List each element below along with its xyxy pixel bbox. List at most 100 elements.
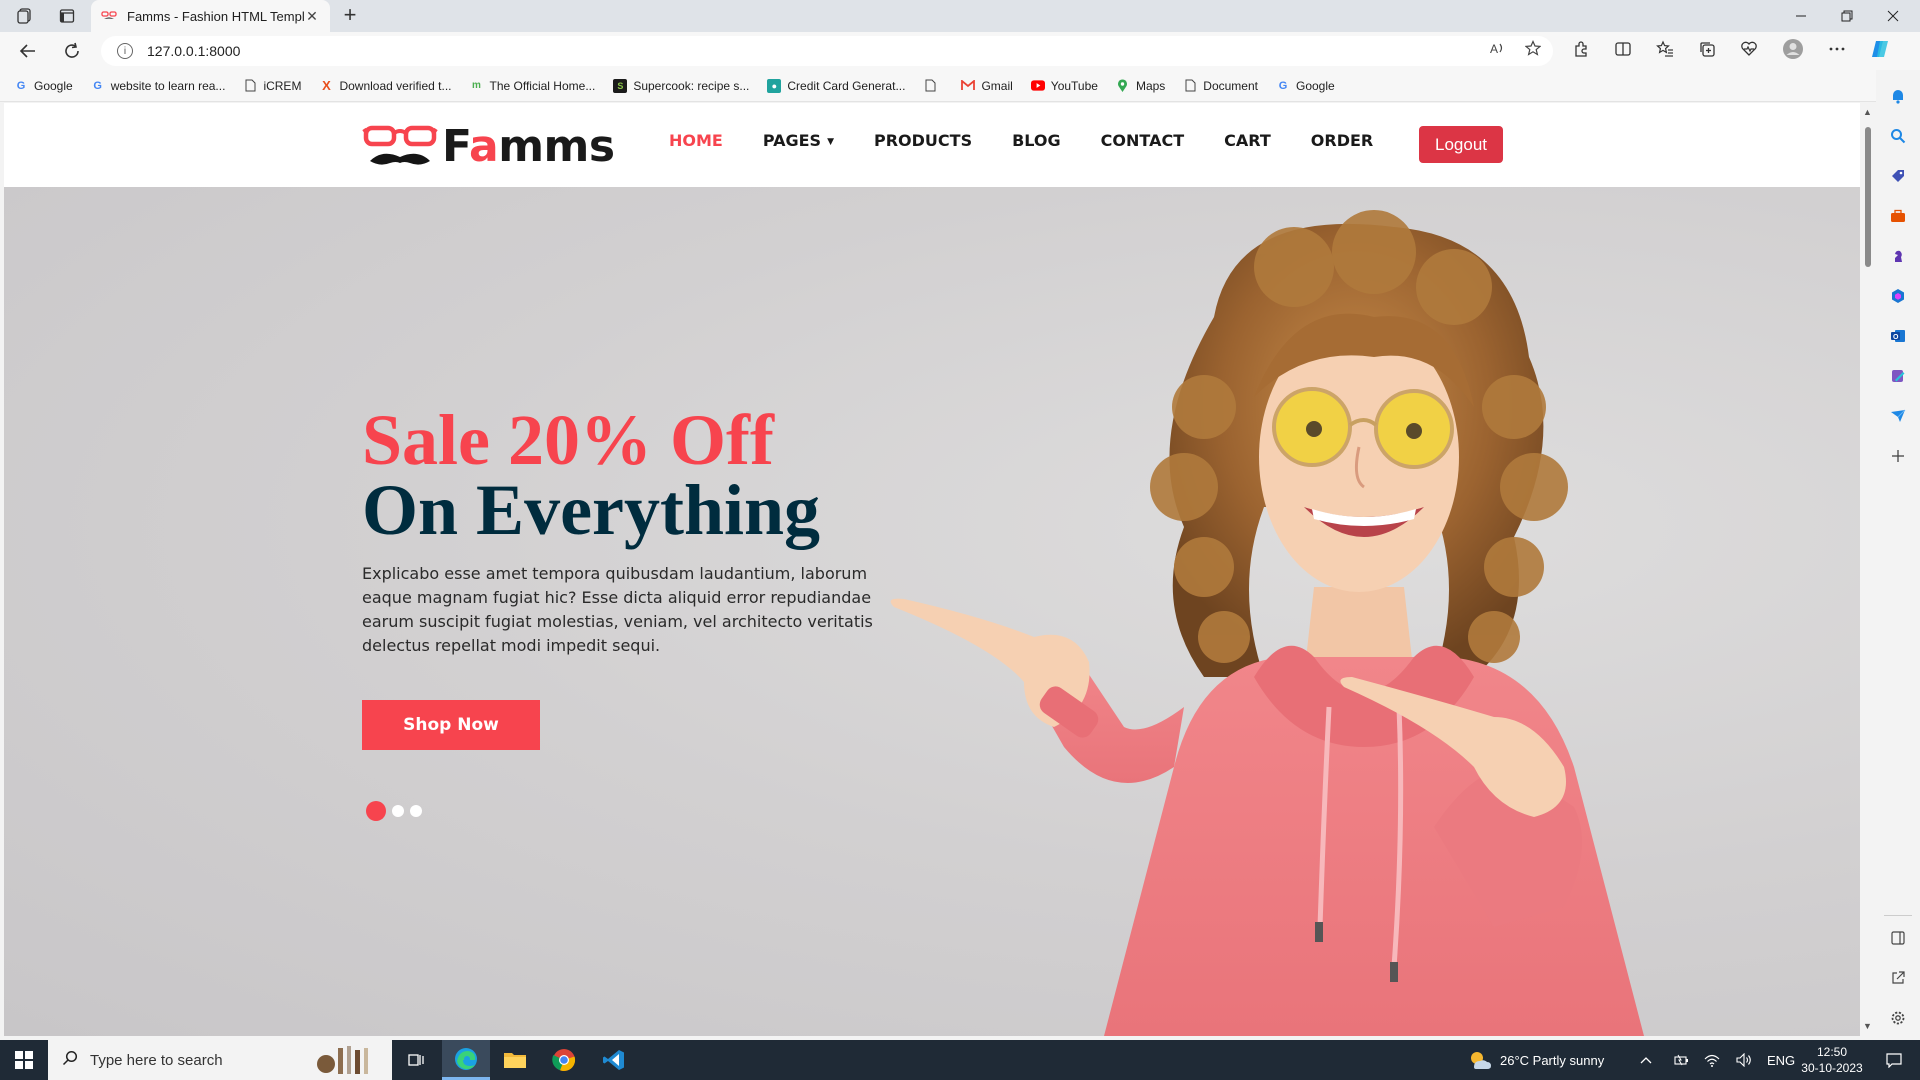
designer-icon[interactable] bbox=[1886, 364, 1910, 388]
close-window-icon[interactable] bbox=[1887, 0, 1899, 32]
notifications-icon[interactable] bbox=[1886, 1040, 1902, 1080]
show-hidden-icons-chevron-icon[interactable] bbox=[1640, 1040, 1652, 1080]
slider-indicators bbox=[366, 801, 422, 821]
sidebar-settings-gear-icon[interactable] bbox=[1886, 1006, 1910, 1030]
scroll-thumb[interactable] bbox=[1865, 127, 1871, 267]
vscode-icon[interactable] bbox=[590, 1040, 638, 1080]
volume-icon[interactable] bbox=[1736, 1040, 1752, 1080]
windows-start-icon[interactable] bbox=[0, 1040, 48, 1080]
address-bar[interactable]: i 127.0.0.1:8000 A bbox=[101, 36, 1553, 66]
page-icon bbox=[243, 79, 257, 93]
nav-home[interactable]: HOME bbox=[669, 131, 723, 150]
extensions-icon[interactable] bbox=[1572, 40, 1590, 63]
weather-text: 26°C Partly sunny bbox=[1500, 1052, 1605, 1068]
hero-headline-everything: On Everything bbox=[362, 470, 821, 550]
nav-blog[interactable]: BLOG bbox=[1012, 131, 1061, 150]
hero-headline: Sale 20% Off On Everything bbox=[362, 400, 821, 550]
add-sidebar-app-icon[interactable] bbox=[1886, 444, 1910, 468]
svg-text:A: A bbox=[1490, 42, 1498, 56]
youtube-icon bbox=[1030, 79, 1045, 93]
open-external-icon[interactable] bbox=[1886, 966, 1910, 990]
nav-cart[interactable]: CART bbox=[1224, 131, 1271, 150]
scroll-down-icon[interactable]: ▼ bbox=[1863, 1021, 1872, 1031]
slider-dot-1[interactable] bbox=[366, 801, 386, 821]
shop-now-button[interactable]: Shop Now bbox=[362, 700, 540, 750]
back-icon[interactable] bbox=[10, 32, 46, 70]
shopping-tag-icon[interactable] bbox=[1886, 164, 1910, 188]
collections-icon[interactable] bbox=[1698, 40, 1716, 63]
tab-famms[interactable]: Famms - Fashion HTML Template ✕ bbox=[91, 0, 330, 32]
search-highlight-tools-icon bbox=[312, 1044, 382, 1080]
weather-widget[interactable]: 26°C Partly sunny bbox=[1468, 1040, 1604, 1080]
page-viewport: Famms HOME PAGES ▼ PRODUCTS BLOG CONTACT … bbox=[4, 103, 1860, 1036]
microsoft-365-icon[interactable] bbox=[1886, 284, 1910, 308]
taskbar-search-placeholder: Type here to search bbox=[90, 1051, 223, 1069]
clock[interactable]: 12:50 30-10-2023 bbox=[1796, 1044, 1868, 1076]
read-aloud-icon[interactable]: A bbox=[1489, 40, 1505, 60]
browser-tab-bar: Famms - Fashion HTML Template ✕ + bbox=[0, 0, 1920, 32]
bookmark-item[interactable]: Gwebsite to learn rea... bbox=[91, 79, 225, 93]
outlook-icon[interactable]: O bbox=[1886, 324, 1910, 348]
supercook-icon: S bbox=[613, 78, 628, 93]
hero-headline-sale: Sale 20% Off bbox=[362, 400, 774, 480]
file-explorer-icon[interactable] bbox=[491, 1040, 539, 1080]
logout-button[interactable]: Logout bbox=[1419, 126, 1503, 163]
clock-time: 12:50 bbox=[1816, 1045, 1848, 1059]
more-options-icon[interactable] bbox=[1828, 40, 1846, 63]
edge-taskbar-icon[interactable] bbox=[442, 1040, 490, 1080]
favorite-star-icon[interactable] bbox=[1524, 40, 1542, 60]
site-logo[interactable]: Famms bbox=[362, 121, 615, 172]
notifications-bell-icon[interactable] bbox=[1886, 84, 1910, 108]
close-tab-icon[interactable]: ✕ bbox=[304, 8, 320, 25]
bookmark-item[interactable]: Maps bbox=[1116, 79, 1165, 93]
vertical-tabs-icon[interactable] bbox=[53, 2, 81, 30]
maps-icon bbox=[1116, 78, 1130, 93]
profile-avatar[interactable] bbox=[1782, 38, 1804, 65]
taskbar-search-box[interactable]: Type here to search bbox=[48, 1040, 392, 1080]
nav-products[interactable]: PRODUCTS bbox=[874, 131, 972, 150]
tools-briefcase-icon[interactable] bbox=[1886, 204, 1910, 228]
slider-dot-3[interactable] bbox=[410, 805, 422, 817]
games-chess-icon[interactable] bbox=[1886, 244, 1910, 268]
bookmark-item[interactable]: Document bbox=[1183, 79, 1258, 93]
bookmark-item[interactable]: X Download verified t... bbox=[319, 78, 451, 93]
logo-text: Famms bbox=[442, 121, 615, 172]
page-scrollbar[interactable]: ▲ ▼ bbox=[1860, 103, 1876, 1036]
minimize-icon[interactable] bbox=[1795, 0, 1807, 32]
split-screen-icon[interactable] bbox=[1614, 40, 1632, 63]
nav-pages[interactable]: PAGES ▼ bbox=[763, 131, 834, 150]
bookmark-item[interactable] bbox=[923, 79, 943, 93]
battery-icon[interactable] bbox=[1674, 1040, 1690, 1080]
nav-contact[interactable]: CONTACT bbox=[1101, 131, 1184, 150]
search-icon[interactable] bbox=[1886, 124, 1910, 148]
hide-sidebar-icon[interactable] bbox=[1886, 926, 1910, 950]
wifi-icon[interactable] bbox=[1704, 1040, 1720, 1080]
scroll-up-icon[interactable]: ▲ bbox=[1863, 107, 1872, 117]
bookmark-item[interactable]: m The Official Home... bbox=[470, 79, 595, 93]
restore-icon[interactable] bbox=[1841, 0, 1853, 32]
site-info-icon[interactable]: i bbox=[117, 43, 133, 59]
bookmark-item[interactable]: YouTube bbox=[1030, 79, 1098, 93]
m-icon: m bbox=[472, 80, 481, 91]
tab-title: Famms - Fashion HTML Template bbox=[127, 8, 304, 24]
url-text: 127.0.0.1:8000 bbox=[147, 43, 241, 59]
bookmark-item[interactable]: iCREM bbox=[243, 79, 301, 93]
bookmark-item[interactable]: S Supercook: recipe s... bbox=[613, 78, 749, 93]
chrome-icon[interactable] bbox=[540, 1040, 588, 1080]
task-view-icon[interactable] bbox=[392, 1040, 440, 1080]
nav-order[interactable]: ORDER bbox=[1311, 131, 1373, 150]
bookmark-item[interactable]: G Google bbox=[14, 79, 73, 93]
bookmark-item[interactable]: G Google bbox=[1276, 79, 1335, 93]
refresh-icon[interactable] bbox=[54, 32, 90, 70]
copilot-icon[interactable] bbox=[1870, 38, 1892, 65]
browser-essentials-icon[interactable] bbox=[1740, 40, 1758, 63]
bookmark-item[interactable]: ● Credit Card Generat... bbox=[767, 78, 905, 93]
language-indicator[interactable]: ENG bbox=[1767, 1040, 1795, 1080]
x-icon: X bbox=[322, 78, 331, 93]
slider-dot-2[interactable] bbox=[392, 805, 404, 817]
send-icon[interactable] bbox=[1886, 404, 1910, 428]
bookmark-item[interactable]: Gmail bbox=[961, 79, 1013, 93]
workspaces-icon[interactable] bbox=[11, 2, 39, 30]
favorites-icon[interactable] bbox=[1656, 40, 1674, 63]
new-tab-button[interactable]: + bbox=[336, 2, 364, 28]
